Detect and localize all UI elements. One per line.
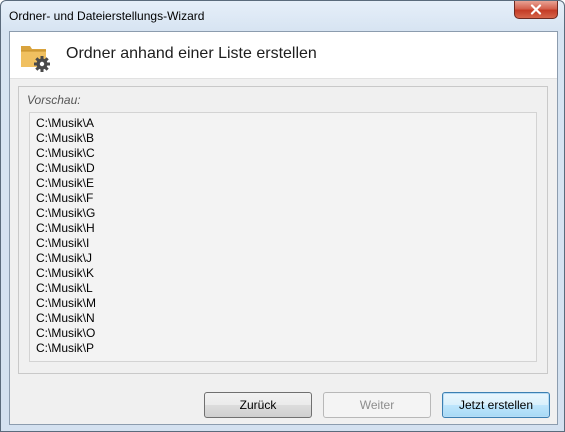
preview-group: Vorschau: C:\Musik\A C:\Musik\B C:\Musik\C…: [18, 86, 548, 374]
list-item[interactable]: C:\Musik\L: [30, 281, 536, 296]
list-item[interactable]: C:\Musik\M: [30, 296, 536, 311]
title-bar[interactable]: Ordner- und Dateierstellungs-Wizard: [1, 1, 564, 31]
preview-label: Vorschau:: [27, 93, 81, 107]
list-item[interactable]: C:\Musik\I: [30, 236, 536, 251]
list-item[interactable]: C:\Musik\C: [30, 146, 536, 161]
list-item[interactable]: C:\Musik\O: [30, 326, 536, 341]
page-title: Ordner anhand einer Liste erstellen: [66, 45, 317, 62]
close-button[interactable]: [514, 1, 558, 19]
create-now-button[interactable]: Jetzt erstellen: [442, 392, 550, 418]
list-item[interactable]: C:\Musik\J: [30, 251, 536, 266]
list-item[interactable]: C:\Musik\H: [30, 221, 536, 236]
list-item[interactable]: C:\Musik\K: [30, 266, 536, 281]
list-item[interactable]: C:\Musik\A: [30, 116, 536, 131]
window-title: Ordner- und Dateierstellungs-Wizard: [9, 9, 205, 23]
folder-gear-icon: [20, 40, 52, 72]
close-icon: [530, 4, 542, 15]
list-item[interactable]: C:\Musik\F: [30, 191, 536, 206]
list-item[interactable]: C:\Musik\G: [30, 206, 536, 221]
list-item[interactable]: C:\Musik\P: [30, 341, 536, 356]
list-item[interactable]: C:\Musik\E: [30, 176, 536, 191]
wizard-window: Ordner- und Dateierstellungs-Wizard Ordn…: [0, 0, 565, 432]
list-item[interactable]: C:\Musik\D: [30, 161, 536, 176]
wizard-header: Ordner anhand einer Liste erstellen: [10, 32, 557, 79]
preview-listbox[interactable]: C:\Musik\A C:\Musik\B C:\Musik\C C:\Musik\D…: [29, 112, 537, 362]
list-item[interactable]: C:\Musik\N: [30, 311, 536, 326]
back-button[interactable]: Zurück: [204, 392, 312, 418]
next-button[interactable]: Weiter: [323, 392, 431, 418]
list-item[interactable]: C:\Musik\B: [30, 131, 536, 146]
dialog-client-area: Ordner anhand einer Liste erstellen Vors…: [9, 31, 558, 425]
